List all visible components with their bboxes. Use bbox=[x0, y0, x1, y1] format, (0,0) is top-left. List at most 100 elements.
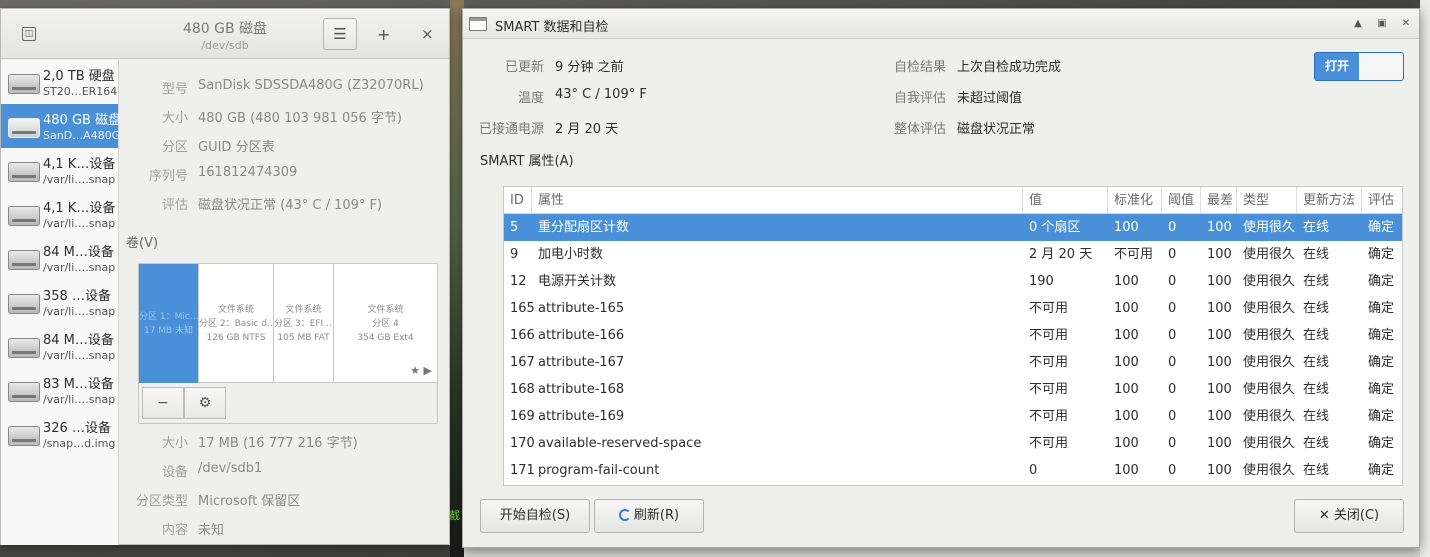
table-cell: 使用很久 bbox=[1243, 301, 1296, 316]
table-row[interactable]: 167 attribute-167 不可用 100 0 100 使用很久 在线 确定 bbox=[504, 349, 1402, 376]
background-window-bottom bbox=[464, 548, 1420, 557]
disk-list-item[interactable]: 480 GB 磁盘 SanD…A480G bbox=[1, 104, 121, 148]
table-row[interactable]: 166 attribute-166 不可用 100 0 100 使用很久 在线 确定 bbox=[504, 322, 1402, 349]
maximize-icon[interactable]: ▣ bbox=[1373, 16, 1391, 33]
table-cell: 在线 bbox=[1303, 436, 1330, 451]
column-header[interactable]: 更新方法 bbox=[1297, 187, 1362, 214]
table-cell: program-fail-count bbox=[538, 463, 660, 478]
table-cell: 在线 bbox=[1303, 247, 1330, 262]
drive-icon bbox=[8, 338, 40, 358]
column-header[interactable]: 类型 bbox=[1237, 187, 1297, 214]
disk-list-item[interactable]: 4,1 K…设备/var/li….snap bbox=[1, 148, 118, 192]
disk-subtitle: /var/li….snap bbox=[43, 305, 116, 318]
smart-dialog: SMART 数据和自检 ▲ ▣ ✕ 已更新 9 分钟 之前 温度 43° C /… bbox=[462, 8, 1420, 548]
drive-icon bbox=[8, 74, 40, 94]
table-cell: 在线 bbox=[1303, 274, 1330, 289]
partition-3[interactable]: 文件系统 分区 3：EFI … 105 MB FAT bbox=[274, 264, 334, 383]
partition-1[interactable]: 分区 1：Mic… 17 MB 未知 bbox=[139, 264, 199, 383]
table-row[interactable]: 165 attribute-165 不可用 100 0 100 使用很久 在线 确定 bbox=[504, 295, 1402, 322]
table-cell: 100 bbox=[1207, 463, 1232, 478]
table-cell: 确定 bbox=[1368, 409, 1395, 424]
add-icon[interactable]: + bbox=[377, 25, 390, 44]
table-cell: 确定 bbox=[1368, 382, 1395, 397]
smart-enable-toggle[interactable]: 打开 bbox=[1314, 52, 1404, 81]
gear-icon[interactable]: ⚙ bbox=[184, 387, 226, 419]
table-cell: 0 bbox=[1168, 220, 1177, 235]
smart-attributes-table[interactable]: ID 属性值标准化 阈值 最差 类型 更新方法 评估 5 重分配扇区计数 0 个扇区 100 0 10… bbox=[503, 186, 1403, 486]
self-test-label: 自检结果 bbox=[893, 60, 946, 75]
table-cell: 100 bbox=[1114, 220, 1139, 235]
column-header[interactable]: 值 bbox=[1023, 187, 1108, 214]
partition-2[interactable]: 文件系统 分区 2：Basic d… 126 GB NTFS bbox=[199, 264, 274, 383]
column-header[interactable]: 阈值 bbox=[1162, 187, 1201, 214]
disk-list-item[interactable]: 83 M…设备/var/li….snap bbox=[1, 368, 118, 412]
disk-list-item[interactable]: 326 …设备/snap…d.img bbox=[1, 412, 118, 456]
volume-map: 分区 1：Mic… 17 MB 未知 文件系统 分区 2：Basic d… 12… bbox=[138, 263, 438, 424]
table-cell: 100 bbox=[1114, 463, 1139, 478]
column-header[interactable]: ID bbox=[504, 187, 532, 214]
column-header[interactable]: 属性 bbox=[532, 187, 1023, 214]
table-cell: 100 bbox=[1207, 247, 1232, 262]
table-cell: 使用很久 bbox=[1243, 382, 1296, 397]
self-assessment-value: 未超过阈值 bbox=[957, 91, 1023, 106]
disk-list-item[interactable]: 2,0 TB 硬盘 ST20…ER164 bbox=[1, 60, 118, 104]
table-cell: 190 bbox=[1029, 274, 1054, 289]
overall-assessment-value: 磁盘状况正常 bbox=[957, 122, 1036, 137]
table-row[interactable]: 5 重分配扇区计数 0 个扇区 100 0 100 使用很久 在线 确定 bbox=[504, 214, 1402, 241]
table-cell: 100 bbox=[1207, 274, 1232, 289]
terminal-text-fragment: 截 bbox=[449, 509, 460, 522]
close-icon[interactable]: × bbox=[421, 25, 434, 43]
disks-headerbar: ◫ 480 GB 磁盘 /dev/sdb ☰ + × bbox=[1, 9, 449, 59]
start-self-test-button[interactable]: 开始自检(S) bbox=[480, 499, 590, 533]
table-row[interactable]: 170 available-reserved-space 不可用 100 0 100 使用很… bbox=[504, 430, 1402, 457]
table-cell: 使用很久 bbox=[1243, 328, 1296, 343]
close-button[interactable]: ✕ 关闭(C) bbox=[1294, 499, 1404, 533]
table-cell: 100 bbox=[1207, 328, 1232, 343]
table-cell: 100 bbox=[1207, 301, 1232, 316]
table-cell: 0 bbox=[1029, 463, 1038, 478]
table-cell: 确定 bbox=[1368, 247, 1395, 262]
partition-label: 分区 4 bbox=[372, 318, 399, 329]
attributes-heading: SMART 属性(A) bbox=[480, 154, 574, 169]
table-cell: 0 bbox=[1168, 328, 1177, 343]
table-row[interactable]: 12 电源开关计数 190 100 0 100 使用很久 在线 确定 bbox=[504, 268, 1402, 295]
drive-menu-button[interactable]: ☰ bbox=[323, 18, 357, 50]
drive-icon bbox=[8, 294, 40, 314]
refresh-button[interactable]: 刷新(R) bbox=[594, 499, 704, 533]
keep-above-icon[interactable]: ▲ bbox=[1349, 16, 1367, 33]
table-row[interactable]: 169 attribute-169 不可用 100 0 100 使用很久 在线 确定 bbox=[504, 403, 1402, 430]
table-row[interactable]: 168 attribute-168 不可用 100 0 100 使用很久 在线 确定 bbox=[504, 376, 1402, 403]
disk-list-item[interactable]: 4,1 K…设备/var/li….snap bbox=[1, 192, 118, 236]
updated-value: 9 分钟 之前 bbox=[555, 60, 624, 75]
table-cell: 0 个扇区 bbox=[1029, 220, 1081, 235]
partition-type: 文件系统 bbox=[367, 304, 404, 315]
table-cell: attribute-165 bbox=[538, 301, 625, 316]
disk-list-item[interactable]: 84 M…设备/var/li….snap bbox=[1, 324, 118, 368]
column-header[interactable]: 评估 bbox=[1362, 187, 1402, 214]
table-cell: 确定 bbox=[1368, 355, 1395, 370]
disk-list-item[interactable]: 358 …设备/var/li….snap bbox=[1, 280, 118, 324]
partition-label: 分区 2：Basic d… bbox=[199, 318, 274, 329]
table-row[interactable]: 171 program-fail-count 0 100 0 100 使用很久 在线 确定 bbox=[504, 457, 1402, 484]
table-cell: 确定 bbox=[1368, 463, 1395, 478]
disk-list-item[interactable]: 84 M…设备/var/li….snap bbox=[1, 236, 118, 280]
table-cell: 0 bbox=[1168, 436, 1177, 451]
close-icon[interactable]: ✕ bbox=[1397, 16, 1415, 33]
disk-name: 4,1 K…设备 bbox=[43, 157, 116, 172]
size-label: 大小 bbox=[161, 111, 188, 126]
column-header[interactable]: 最差 bbox=[1201, 187, 1237, 214]
vol-size-label: 大小 bbox=[161, 436, 188, 451]
assessment-value[interactable]: 磁盘状况正常 (43° C / 109° F) bbox=[198, 194, 382, 213]
table-cell: 100 bbox=[1114, 274, 1139, 289]
table-cell: 使用很久 bbox=[1243, 463, 1296, 478]
table-cell: 在线 bbox=[1303, 463, 1330, 478]
table-cell: 100 bbox=[1114, 328, 1139, 343]
self-assessment-label: 自我评估 bbox=[893, 91, 946, 106]
delete-partition-button[interactable]: − bbox=[142, 387, 184, 419]
column-header[interactable]: 标准化 bbox=[1108, 187, 1162, 214]
disk-name: 4,1 K…设备 bbox=[43, 201, 116, 216]
table-row[interactable]: 9 加电小时数 2 月 20 天 不可用 0 100 使用很久 在线 确定 bbox=[504, 241, 1402, 268]
table-header: ID 属性值标准化 阈值 最差 类型 更新方法 评估 bbox=[504, 187, 1402, 214]
disk-details: 型号 SanDisk SDSSDA480G (Z32070RL) 大小 480 … bbox=[120, 60, 450, 545]
partitioning-label: 分区 bbox=[161, 140, 188, 155]
